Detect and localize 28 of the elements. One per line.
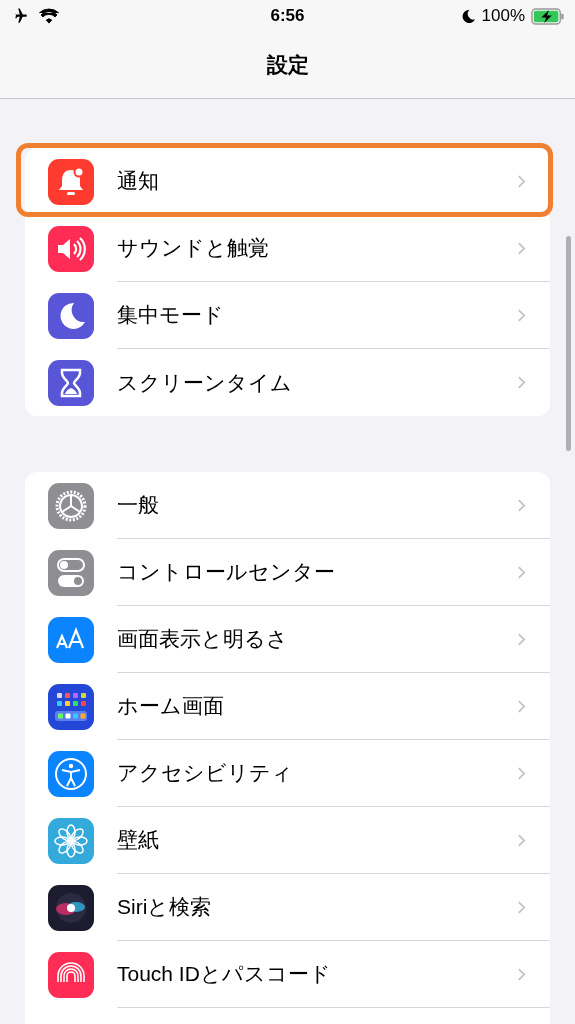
chevron-icon bbox=[517, 966, 526, 982]
settings-item[interactable]: 集中モード bbox=[117, 299, 517, 331]
chevron-icon bbox=[517, 497, 526, 513]
settings-item[interactable]: サウンドと触覚 bbox=[117, 232, 517, 264]
settings-item[interactable]: アクセシビリティ bbox=[117, 757, 517, 789]
settings-item[interactable]: コントロールセンター bbox=[117, 556, 517, 588]
chevron-icon bbox=[517, 564, 526, 580]
settings-item[interactable]: 画面表示と明るさ bbox=[117, 623, 517, 655]
settings-item[interactable]: ホーム画面 bbox=[117, 690, 517, 722]
settings-item[interactable]: Siriと検索 bbox=[117, 891, 517, 923]
nav-title: 設定 bbox=[266, 52, 309, 79]
chevron-icon bbox=[517, 240, 526, 256]
settings-item[interactable]: 壁紙 bbox=[117, 824, 517, 856]
settings-item[interactable]: スクリーンタイム bbox=[117, 366, 517, 399]
status-time: 6:56 bbox=[270, 5, 305, 28]
wifi-icon bbox=[38, 8, 60, 24]
chevron-icon bbox=[517, 832, 526, 848]
chevron-icon bbox=[517, 375, 526, 390]
chevron-icon bbox=[517, 307, 526, 323]
settings-item[interactable]: 一般 bbox=[117, 489, 517, 521]
settings-item[interactable]: Touch IDとパスコード bbox=[117, 958, 517, 990]
chevron-icon bbox=[517, 631, 526, 647]
chevron-icon bbox=[517, 765, 526, 781]
battery-percentage: 100% bbox=[481, 5, 525, 28]
chevron-icon bbox=[517, 698, 526, 714]
chevron-icon bbox=[517, 173, 526, 189]
settings-item[interactable]: 通知 bbox=[117, 165, 517, 197]
chevron-icon bbox=[517, 899, 526, 915]
